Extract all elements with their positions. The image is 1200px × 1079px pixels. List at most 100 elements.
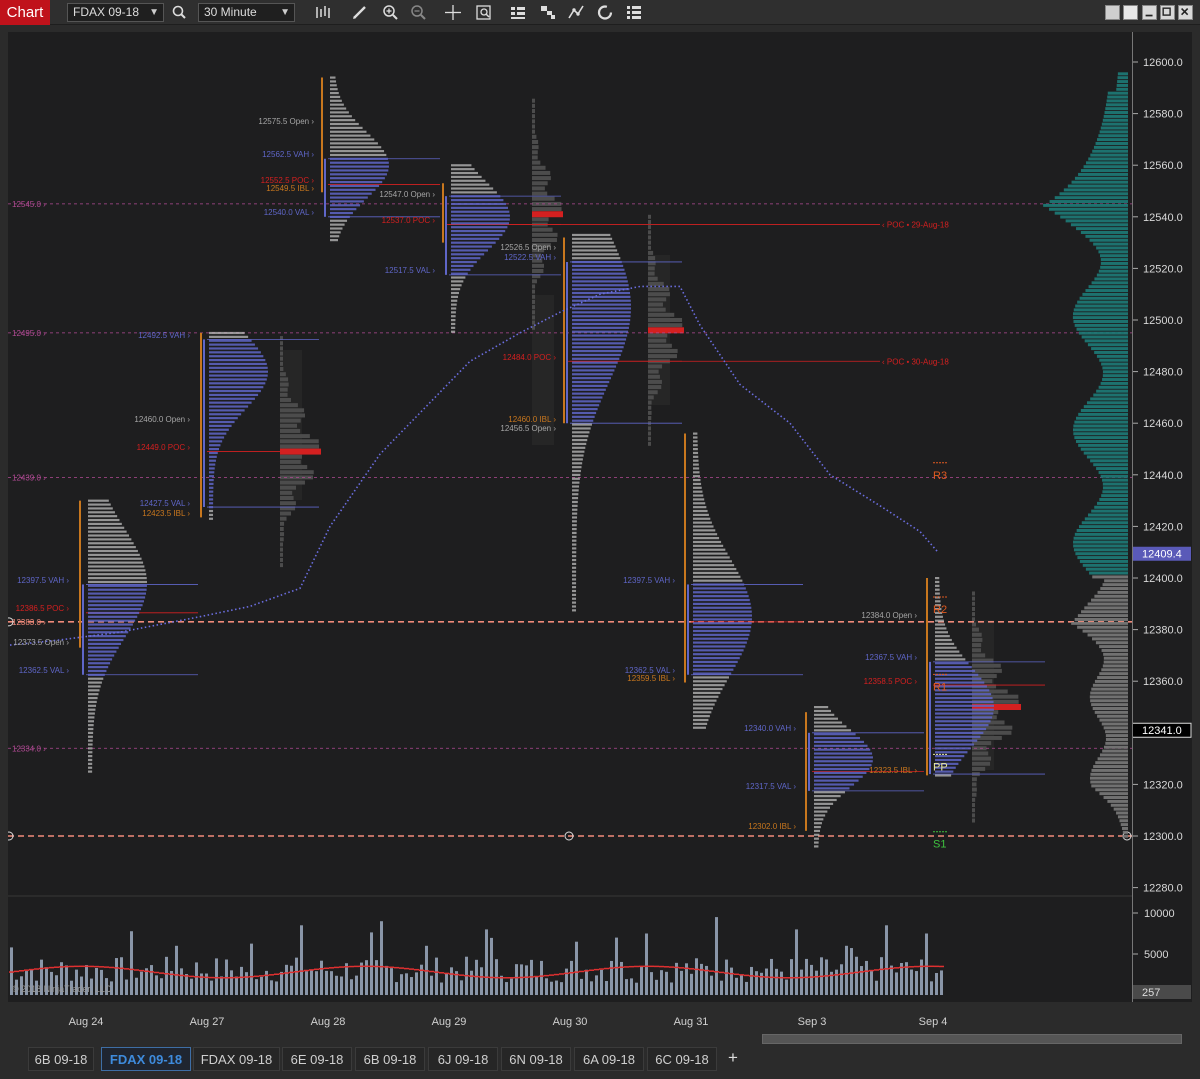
volume-bar [260, 976, 263, 995]
tpo-row [209, 475, 214, 478]
interval-selector[interactable]: 30 Minute ▼ [198, 3, 295, 22]
price-tick-label: 12600.0 [1143, 57, 1183, 69]
tpo-row [330, 95, 341, 99]
tpo-row [572, 431, 590, 434]
volume-bar [315, 971, 318, 995]
volume-bar [845, 945, 848, 995]
tab-6e[interactable]: 6E 09-18 [282, 1047, 352, 1071]
volume-profile-row [1104, 111, 1128, 115]
price-panel[interactable]: ‹ POC • 29-Aug-18 ‹ POC • 30-Aug-18 12545.… [4, 32, 1132, 895]
tab-6n[interactable]: 6N 09-18 [501, 1047, 571, 1071]
tpo-row [209, 405, 249, 408]
window-tile-button[interactable] [1105, 5, 1120, 20]
volume-bar [670, 982, 673, 995]
volume-profile-row [1102, 370, 1128, 374]
tpo-row [572, 574, 577, 577]
tab-6b[interactable]: 6B 09-18 [28, 1047, 94, 1071]
tab-fdax[interactable]: FDAX 09-18 [193, 1047, 280, 1071]
tpo-row [88, 592, 146, 595]
tab-fdax-active[interactable]: FDAX 09-18 [101, 1047, 191, 1071]
volume-histogram-row [648, 390, 658, 395]
volume-histogram-row [972, 653, 986, 658]
time-axis[interactable]: Aug 24 Aug 27 Aug 28 Aug 29 Aug 30 Aug 31 Sep … [8, 1003, 1192, 1035]
volume-profile-row [1106, 99, 1128, 103]
tpo-row [572, 334, 628, 337]
tpo-row [451, 171, 478, 175]
window-float-button[interactable] [1123, 5, 1138, 20]
tab-6b-2[interactable]: 6B 09-18 [355, 1047, 425, 1071]
minimize-button[interactable] [1142, 5, 1157, 20]
price-axis[interactable]: 12600.0 12580.0 12560.0 12540.0 12520.0 12500… [1125, 32, 1192, 1002]
search-icon[interactable] [170, 3, 190, 22]
volume-bar [220, 976, 223, 995]
volume-panel[interactable]: © 2018 NinjaTrader, LLC [8, 897, 1132, 1002]
volume-bar [930, 981, 933, 995]
tab-6j[interactable]: 6J 09-18 [428, 1047, 498, 1071]
tpo-row [88, 673, 105, 676]
price-tick-label: 12560.0 [1143, 160, 1183, 172]
indicators-icon[interactable] [538, 3, 558, 22]
tpo-row [88, 623, 133, 626]
drawing-objects-icon[interactable] [566, 3, 586, 22]
volume-histogram-row [280, 470, 314, 475]
tpo-row [88, 600, 144, 603]
data-box-icon[interactable] [624, 3, 644, 22]
volume-histogram-row [648, 354, 677, 359]
tpo-row [693, 707, 713, 710]
volume-bar [165, 956, 168, 995]
volume-profile-row [1071, 180, 1128, 184]
pencil-icon[interactable] [350, 3, 370, 22]
tpo-row [572, 586, 577, 589]
volume-profile-row [1096, 246, 1128, 250]
refresh-icon[interactable] [595, 3, 615, 22]
volume-histogram-row [532, 170, 551, 175]
crosshair-icon[interactable] [443, 3, 463, 22]
profile-label: 12549.5 IBL › [266, 184, 314, 193]
instrument-selector[interactable]: FDAX 09-18 ▼ [67, 3, 164, 22]
volume-histogram-row [532, 165, 546, 170]
volume-profile-row [1091, 598, 1128, 602]
strategies-icon[interactable] [508, 3, 528, 22]
volume-profile-row [1097, 757, 1128, 761]
volume-histogram-row [972, 596, 975, 601]
tpo-row [88, 604, 143, 607]
tpo-row [693, 715, 710, 718]
properties-icon[interactable] [474, 3, 494, 22]
volume-profile-row [1077, 614, 1128, 618]
chevron-down-icon: ▼ [280, 7, 290, 18]
tpo-row [88, 546, 136, 549]
tab-6c[interactable]: 6C 09-18 [647, 1047, 717, 1071]
maximize-button[interactable] [1160, 5, 1175, 20]
add-tab-button[interactable]: + [720, 1047, 746, 1071]
volume-histogram-row [972, 761, 991, 766]
zoom-out-icon[interactable] [409, 3, 429, 22]
tpo-row [693, 687, 723, 691]
tpo-row [572, 466, 582, 469]
tpo-row [814, 775, 863, 778]
horizontal-scrollbar[interactable] [762, 1034, 1182, 1044]
volume-profile-row [1102, 664, 1128, 668]
zoom-in-icon[interactable] [381, 3, 401, 22]
volume-histogram-row [532, 299, 535, 304]
volume-histogram-row [532, 114, 535, 119]
close-button[interactable] [1178, 5, 1193, 20]
volume-profile-row [1086, 401, 1128, 405]
tpo-row [330, 142, 378, 145]
profile-label: 12397.5 VAH › [17, 576, 69, 585]
tpo-row [330, 91, 339, 95]
tpo-row [209, 401, 252, 404]
tpo-row [572, 260, 622, 264]
volume-profile-row [1107, 91, 1128, 95]
tpo-row [330, 138, 375, 141]
volume-profile-row [1078, 172, 1128, 176]
tab-6a[interactable]: 6A 09-18 [574, 1047, 644, 1071]
volume-profile-row [1088, 157, 1128, 161]
chart-menu-button[interactable]: Chart [0, 0, 50, 25]
tpo-row [88, 758, 93, 762]
volume-profile-row [1075, 552, 1128, 556]
tpo-row [935, 751, 968, 754]
tpo-row [693, 455, 699, 458]
bar-type-icon[interactable] [313, 3, 333, 22]
volume-histogram-row [280, 367, 284, 372]
volume-histogram-row [972, 643, 982, 648]
